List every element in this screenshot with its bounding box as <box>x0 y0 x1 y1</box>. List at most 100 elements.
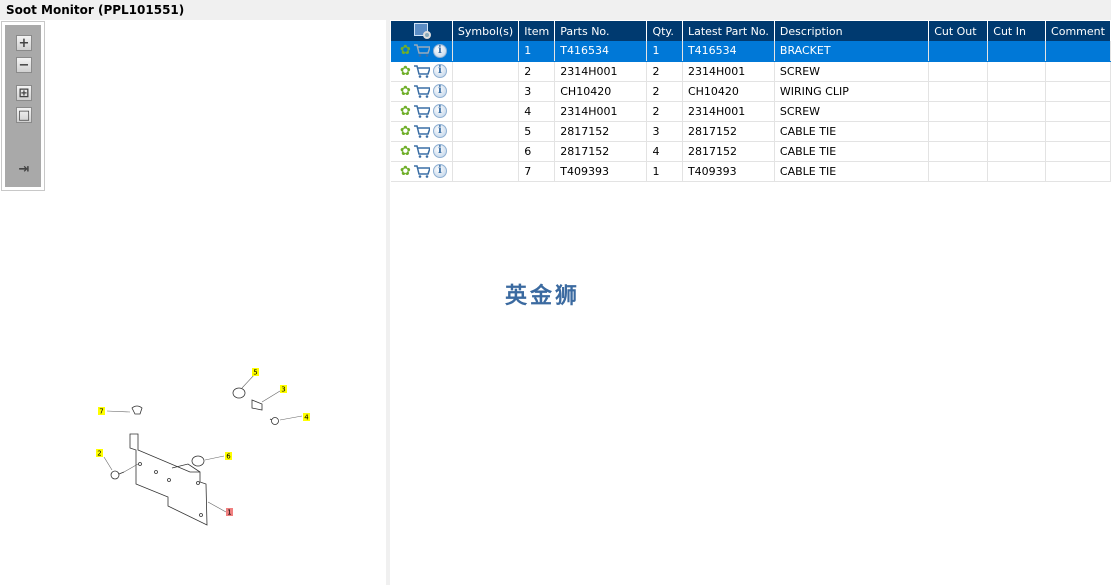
table-row[interactable]: ✿ i 7 T409393 1 T409393 CABLE TIE <box>391 161 1111 182</box>
cell-symbols[interactable] <box>452 101 520 122</box>
cart-icon[interactable] <box>413 124 430 138</box>
cell-latest-part-no[interactable]: 2314H001 <box>682 61 775 82</box>
cart-icon[interactable] <box>413 44 430 58</box>
cell-comment[interactable] <box>1045 101 1111 122</box>
cell-cut-out[interactable] <box>928 141 989 162</box>
column-comment[interactable]: Comment <box>1045 21 1111 41</box>
cart-icon[interactable] <box>413 144 430 158</box>
table-row[interactable]: ✿ i 1 T416534 1 T416534 BRACKET <box>391 41 1111 62</box>
cell-latest-part-no[interactable]: CH10420 <box>682 81 775 102</box>
cell-qty[interactable]: 3 <box>646 121 683 142</box>
cell-symbols[interactable] <box>452 81 520 102</box>
gear-icon[interactable]: ✿ <box>400 85 411 98</box>
cell-comment[interactable] <box>1045 141 1111 162</box>
cell-item[interactable]: 2 <box>518 61 556 82</box>
cell-latest-part-no[interactable]: 2817152 <box>682 121 775 142</box>
cell-cut-in[interactable] <box>987 101 1047 122</box>
cell-qty[interactable]: 1 <box>646 161 683 182</box>
column-description[interactable]: Description <box>774 21 930 41</box>
cell-parts-no[interactable]: 2817152 <box>554 121 648 142</box>
column-latest-part-no[interactable]: Latest Part No. <box>682 21 775 41</box>
cell-cut-out[interactable] <box>928 161 989 182</box>
cell-parts-no[interactable]: T409393 <box>554 161 648 182</box>
gear-icon[interactable]: ✿ <box>400 125 411 138</box>
cell-cut-in[interactable] <box>987 61 1047 82</box>
column-symbols[interactable]: Symbol(s) <box>452 21 520 41</box>
cell-parts-no[interactable]: T416534 <box>554 41 648 62</box>
gear-icon[interactable]: ✿ <box>400 44 411 57</box>
cell-item[interactable]: 6 <box>518 141 556 162</box>
cart-icon[interactable] <box>413 64 430 78</box>
cell-item[interactable]: 1 <box>518 41 556 62</box>
cell-cut-out[interactable] <box>928 81 989 102</box>
cell-item[interactable]: 5 <box>518 121 556 142</box>
cell-symbols[interactable] <box>452 41 520 62</box>
zoom-out-button[interactable]: − <box>16 57 32 73</box>
column-item[interactable]: Item <box>518 21 556 41</box>
cell-symbols[interactable] <box>452 161 520 182</box>
cart-icon[interactable] <box>413 164 430 178</box>
cell-latest-part-no[interactable]: T409393 <box>682 161 775 182</box>
cell-qty[interactable]: 2 <box>646 81 683 102</box>
cell-cut-out[interactable] <box>928 61 989 82</box>
table-row[interactable]: ✿ i 5 2817152 3 2817152 CABLE TIE <box>391 121 1111 142</box>
column-search-header[interactable] <box>391 21 453 41</box>
parts-diagram[interactable]: 5 3 4 7 2 6 1 <box>80 360 340 530</box>
info-icon[interactable]: i <box>432 84 447 98</box>
gear-icon[interactable]: ✿ <box>400 145 411 158</box>
cell-parts-no[interactable]: 2817152 <box>554 141 648 162</box>
cell-item[interactable]: 7 <box>518 161 556 182</box>
cell-cut-in[interactable] <box>987 81 1047 102</box>
info-icon[interactable]: i <box>432 43 447 58</box>
table-row[interactable]: ✿ i 3 CH10420 2 CH10420 WIRING CLIP <box>391 81 1111 102</box>
cell-qty[interactable]: 2 <box>646 61 683 82</box>
info-icon[interactable]: i <box>432 104 447 118</box>
cart-icon[interactable] <box>413 104 430 118</box>
cell-description[interactable]: WIRING CLIP <box>774 81 930 102</box>
cell-comment[interactable] <box>1045 161 1111 182</box>
info-icon[interactable]: i <box>432 144 447 158</box>
cell-cut-in[interactable] <box>987 141 1047 162</box>
cell-description[interactable]: CABLE TIE <box>774 141 930 162</box>
callout-6[interactable]: 6 <box>226 453 231 461</box>
callout-2[interactable]: 2 <box>97 450 101 458</box>
cell-description[interactable]: CABLE TIE <box>774 161 930 182</box>
cell-symbols[interactable] <box>452 121 520 142</box>
cell-cut-out[interactable] <box>928 121 989 142</box>
cell-qty[interactable]: 2 <box>646 101 683 122</box>
gear-icon[interactable]: ✿ <box>400 165 411 178</box>
cell-description[interactable]: SCREW <box>774 101 930 122</box>
callout-7[interactable]: 7 <box>99 408 103 416</box>
table-row[interactable]: ✿ i 4 2314H001 2 2314H001 SCREW <box>391 101 1111 122</box>
cell-symbols[interactable] <box>452 61 520 82</box>
callout-5[interactable]: 5 <box>253 369 257 377</box>
fit-all-button[interactable]: ⊞ <box>16 85 32 101</box>
cell-item[interactable]: 4 <box>518 101 556 122</box>
cell-description[interactable]: BRACKET <box>774 41 930 62</box>
info-icon[interactable]: i <box>432 164 447 178</box>
cell-description[interactable]: SCREW <box>774 61 930 82</box>
table-row[interactable]: ✿ i 2 2314H001 2 2314H001 SCREW <box>391 61 1111 82</box>
cell-item[interactable]: 3 <box>518 81 556 102</box>
cell-latest-part-no[interactable]: 2817152 <box>682 141 775 162</box>
cell-cut-out[interactable] <box>928 41 989 62</box>
cell-parts-no[interactable]: CH10420 <box>554 81 648 102</box>
column-cut-in[interactable]: Cut In <box>987 21 1047 41</box>
cell-symbols[interactable] <box>452 141 520 162</box>
column-qty[interactable]: Qty. <box>646 21 683 41</box>
actual-size-button[interactable]: □ <box>16 107 32 123</box>
gear-icon[interactable]: ✿ <box>400 65 411 78</box>
cell-cut-in[interactable] <box>987 121 1047 142</box>
cell-comment[interactable] <box>1045 41 1111 62</box>
cell-comment[interactable] <box>1045 81 1111 102</box>
cart-icon[interactable] <box>413 84 430 98</box>
cell-qty[interactable]: 1 <box>646 41 683 62</box>
info-icon[interactable]: i <box>432 124 447 138</box>
cell-cut-in[interactable] <box>987 161 1047 182</box>
export-button[interactable]: ⇥ <box>16 161 32 177</box>
info-icon[interactable]: i <box>432 64 447 78</box>
gear-icon[interactable]: ✿ <box>400 105 411 118</box>
cell-latest-part-no[interactable]: 2314H001 <box>682 101 775 122</box>
cell-cut-in[interactable] <box>987 41 1047 62</box>
callout-1[interactable]: 1 <box>227 509 231 517</box>
